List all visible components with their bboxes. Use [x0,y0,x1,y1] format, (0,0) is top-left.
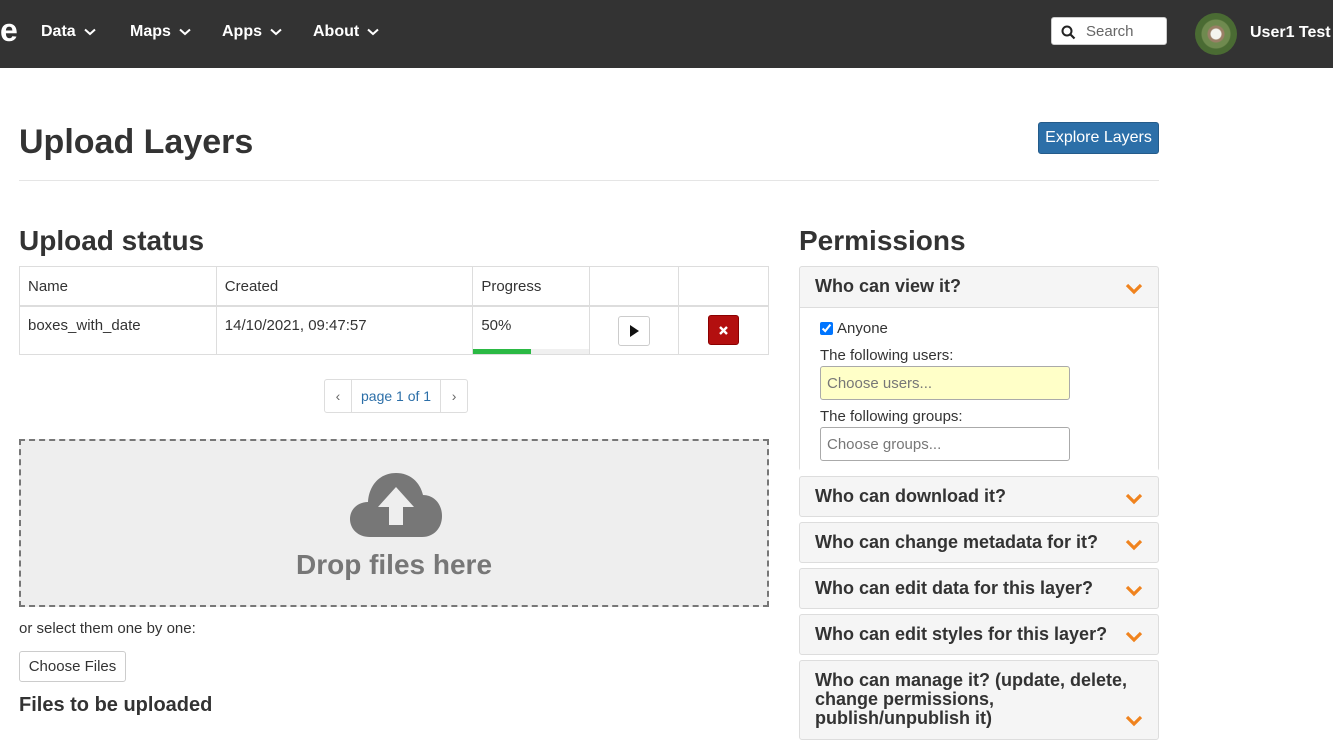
delete-upload-button[interactable] [708,315,740,345]
cell-progress: 50% [472,305,591,355]
search-input[interactable] [1086,22,1162,40]
pagination-next-button[interactable]: › [441,380,467,412]
nav-about-menu[interactable]: About [313,22,379,42]
column-header-name: Name [19,266,217,307]
explore-layers-button[interactable]: Explore Layers [1038,122,1159,154]
dropzone-text: Drop files here [295,549,493,580]
search-icon [1061,25,1076,40]
manage-permission-panel[interactable]: Who can manage it? (update, delete, chan… [799,660,1159,740]
pagination-info[interactable]: page 1 of 1 [351,380,442,412]
progress-bar-fill [473,348,532,354]
anyone-checkbox[interactable] [820,322,833,335]
table-header-row: Name Created Progress [19,266,769,307]
select-files-hint: or select them one by one: [19,620,196,637]
upload-status-table: Name Created Progress boxes_with_date 14… [19,266,769,355]
edit-styles-permission-panel[interactable]: Who can edit styles for this layer? [799,614,1159,655]
cloud-upload-icon [350,473,442,537]
cell-delete [678,305,769,355]
chevron-down-icon[interactable] [1125,283,1143,295]
view-permission-panel: Who can view it? Anyone The following us… [799,266,1159,472]
cell-resume [589,305,680,355]
cell-name: boxes_with_date [19,305,217,355]
manage-permission-header[interactable]: Who can manage it? (update, delete, chan… [815,671,1133,728]
edit-data-permission-header[interactable]: Who can edit data for this layer? [815,579,1093,598]
download-permission-panel[interactable]: Who can download it? [799,476,1159,517]
nav-data-menu[interactable]: Data [41,22,96,42]
chevron-down-icon[interactable] [1125,539,1143,551]
chevron-down-icon [270,28,282,36]
nav-apps-menu[interactable]: Apps [222,22,282,42]
files-to-upload-title: Files to be uploaded [19,694,213,716]
file-dropzone[interactable]: Drop files here [19,439,769,607]
upload-status-title: Upload status [19,225,205,256]
top-navbar: e Data Maps Apps About User1 Test [0,0,1333,68]
close-icon [719,325,728,335]
view-permission-header[interactable]: Who can view it? [815,277,961,296]
choose-files-button[interactable]: Choose Files [19,651,126,682]
column-header-resume [589,266,680,307]
users-field-label: The following users: [820,347,954,364]
groups-select-input[interactable] [820,427,1070,461]
search-box[interactable] [1051,17,1167,45]
user-avatar[interactable] [1195,13,1237,55]
chevron-down-icon [367,28,379,36]
nav-maps-menu[interactable]: Maps [130,22,191,42]
nav-about-label: About [313,23,360,40]
chevron-down-icon [179,28,191,36]
cell-created: 14/10/2021, 09:47:57 [215,305,474,355]
nav-maps-label: Maps [130,23,171,40]
anyone-checkbox-row[interactable]: Anyone [820,320,888,337]
progress-text: 50% [481,317,512,334]
edit-styles-permission-header[interactable]: Who can edit styles for this layer? [815,625,1107,644]
users-select-input[interactable] [820,366,1070,400]
column-header-created: Created [215,266,474,307]
brand-logo[interactable]: e [0,12,18,48]
header-divider [19,180,1159,181]
groups-field-label: The following groups: [820,408,963,425]
table-row: boxes_with_date 14/10/2021, 09:47:57 50% [19,305,769,355]
metadata-permission-header[interactable]: Who can change metadata for it? [815,533,1098,552]
view-permission-body: Anyone The following users: The followin… [800,307,1158,472]
column-header-progress: Progress [472,266,591,307]
chevron-down-icon [84,28,96,36]
download-permission-header[interactable]: Who can download it? [815,487,1006,506]
chevron-down-icon[interactable] [1125,585,1143,597]
edit-data-permission-panel[interactable]: Who can edit data for this layer? [799,568,1159,609]
chevron-down-icon[interactable] [1125,631,1143,643]
pagination-prev-button[interactable]: ‹ [325,380,351,412]
nav-data-label: Data [41,23,76,40]
pagination: ‹ page 1 of 1 › [324,379,469,413]
page-title: Upload Layers [19,123,254,161]
anyone-label: Anyone [837,320,888,337]
chevron-down-icon[interactable] [1125,715,1143,727]
progress-bar [473,348,590,354]
column-header-delete [678,266,769,307]
nav-apps-label: Apps [222,23,262,40]
permissions-title: Permissions [799,225,966,256]
chevron-down-icon[interactable] [1125,493,1143,505]
play-icon [630,325,640,337]
user-name[interactable]: User1 Test [1250,23,1331,43]
metadata-permission-panel[interactable]: Who can change metadata for it? [799,522,1159,563]
resume-upload-button[interactable] [618,316,651,346]
